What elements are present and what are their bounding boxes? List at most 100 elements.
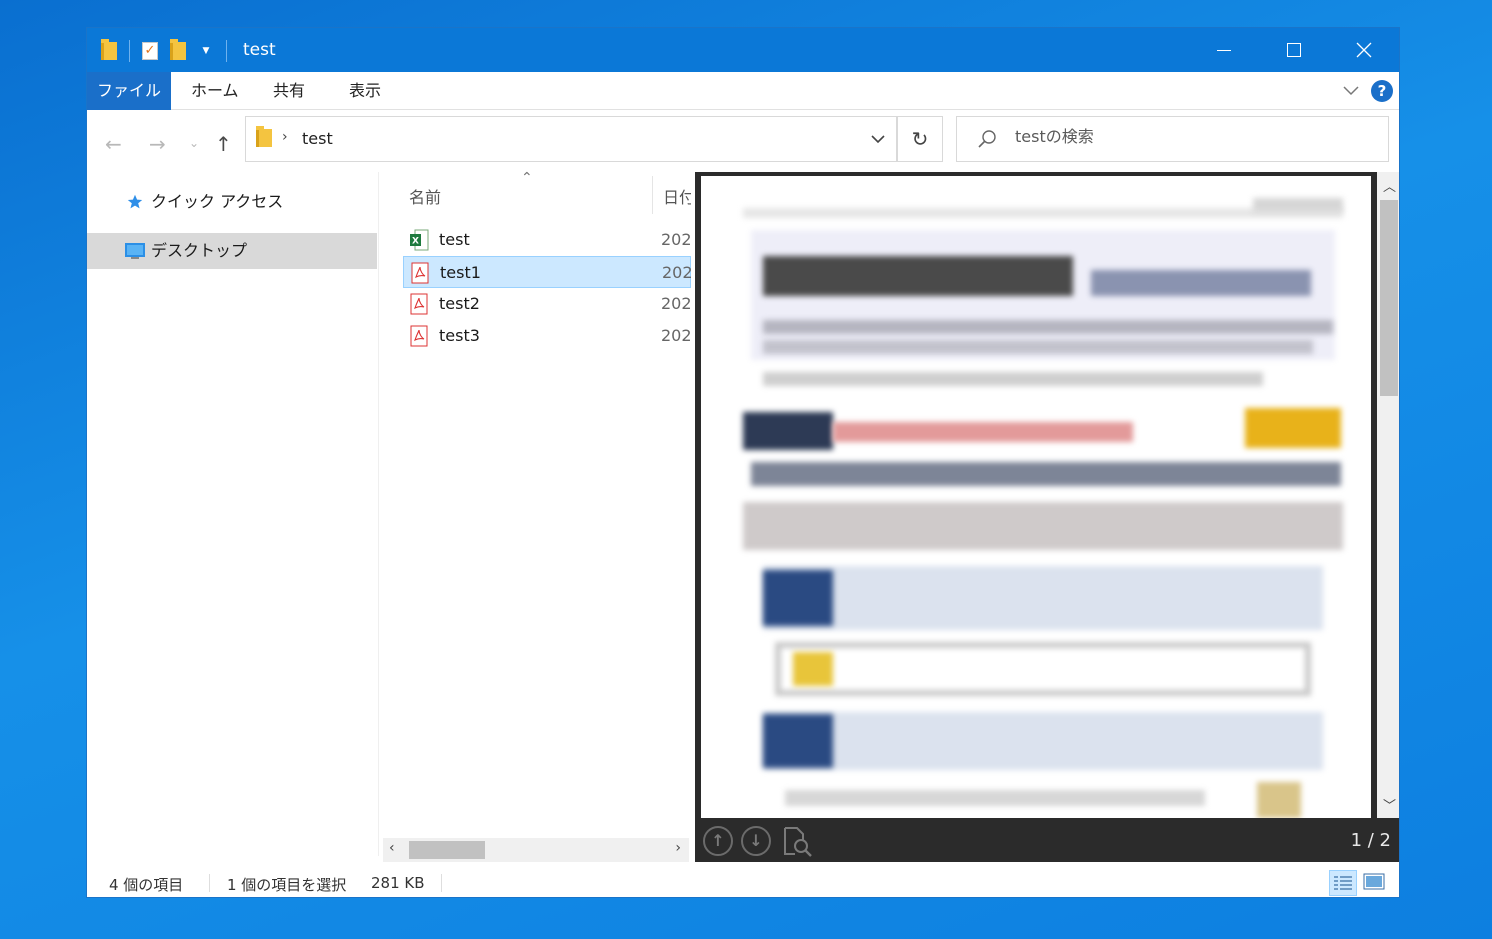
arrow-down-icon: ↓ — [749, 831, 763, 850]
scrollbar-thumb[interactable] — [409, 841, 485, 859]
details-view-button[interactable] — [1329, 870, 1357, 896]
scrollbar-thumb[interactable] — [1380, 200, 1398, 396]
tab-view[interactable]: 表示 — [333, 72, 397, 110]
selection-size: 281 KB — [371, 874, 425, 892]
nav-item-quick-access[interactable]: クイック アクセス — [87, 184, 377, 220]
selection-count: 1 個の項目を選択 — [227, 876, 347, 894]
blurred-block — [763, 714, 833, 768]
blurred-heading — [1091, 270, 1311, 296]
back-icon[interactable]: ← — [105, 132, 122, 156]
scroll-down-icon[interactable]: ﹀ — [1383, 795, 1396, 814]
navigation-pane: クイック アクセス デスクトップ — [87, 172, 379, 856]
refresh-icon: ↻ — [911, 127, 929, 151]
address-row: ← → ⌄ ↑ › test ↻ — [87, 110, 1399, 172]
file-date: 202 — [661, 294, 691, 313]
pdf-page-preview[interactable] — [701, 176, 1371, 818]
blurred-line — [1253, 198, 1343, 212]
refresh-button[interactable]: ↻ — [897, 116, 943, 162]
pdf-file-icon — [410, 293, 428, 315]
file-date: 202 — [661, 326, 691, 345]
file-name: test3 — [439, 326, 480, 345]
file-name: test1 — [440, 263, 481, 282]
qat-separator — [226, 40, 227, 62]
blurred-line — [785, 790, 1205, 806]
sort-ascending-icon: ⌃ — [521, 170, 533, 186]
file-name: test2 — [439, 294, 480, 313]
search-icon — [978, 130, 996, 148]
blurred-badge — [1245, 408, 1341, 448]
tab-home[interactable]: ホーム — [175, 72, 255, 110]
tab-share[interactable]: 共有 — [257, 72, 321, 110]
large-icons-view-icon — [1363, 873, 1385, 890]
scroll-right-icon[interactable]: › — [675, 840, 681, 856]
up-icon[interactable]: ↑ — [215, 132, 232, 156]
address-dropdown-icon[interactable] — [870, 131, 886, 147]
explorer-window: ✓ ▼ test ファイル ホーム 共有 表示 ? ← → ⌄ ↑ › test… — [86, 27, 1400, 898]
blurred-block — [763, 712, 1323, 770]
blurred-block — [763, 566, 1323, 630]
file-row-test3[interactable]: test3 202 — [403, 320, 691, 352]
quick-access-toolbar: ✓ ▼ — [97, 38, 235, 64]
search-input[interactable] — [1015, 127, 1315, 146]
ribbon-tabs: ファイル ホーム 共有 表示 ? — [87, 72, 1399, 110]
qat-separator — [129, 40, 130, 62]
blurred-block — [743, 502, 1343, 550]
nav-item-label: クイック アクセス — [151, 192, 284, 211]
forward-icon[interactable]: → — [149, 132, 166, 156]
previous-page-button[interactable]: ↑ — [703, 826, 733, 856]
column-divider[interactable] — [652, 176, 653, 214]
horizontal-scrollbar[interactable]: ‹ › — [383, 838, 689, 862]
file-row-test2[interactable]: test2 202 — [403, 288, 691, 320]
column-header: ⌃ 名前 日付 — [381, 170, 691, 216]
find-in-document-icon[interactable] — [781, 826, 813, 858]
address-bar[interactable]: › test — [245, 116, 897, 162]
preview-toolbar: ↑ ↓ 1 / 2 — [695, 818, 1399, 862]
properties-icon[interactable]: ✓ — [138, 39, 162, 63]
column-name[interactable]: 名前 — [409, 184, 441, 208]
status-separator — [209, 874, 210, 892]
file-date: 202 — [661, 230, 691, 249]
scroll-up-icon[interactable]: ︿ — [1383, 176, 1396, 195]
recent-locations-icon[interactable]: ⌄ — [189, 136, 199, 150]
large-icons-view-button[interactable] — [1361, 870, 1389, 896]
breadcrumb-chevron-icon[interactable]: › — [282, 129, 288, 145]
column-date[interactable]: 日付 — [663, 184, 691, 208]
help-icon[interactable]: ? — [1371, 80, 1393, 102]
preview-pane: ︿ ﹀ ↑ ↓ 1 / 2 — [695, 172, 1399, 862]
excel-file-icon: X — [410, 229, 429, 251]
next-page-button[interactable]: ↓ — [741, 826, 771, 856]
file-date: 202 — [662, 263, 692, 282]
preview-vertical-scrollbar[interactable]: ︿ ﹀ — [1377, 172, 1399, 818]
pdf-file-icon — [411, 262, 429, 284]
minimize-button[interactable] — [1189, 28, 1259, 72]
blurred-badge — [1257, 782, 1301, 818]
title-bar[interactable]: ✓ ▼ test — [87, 28, 1399, 72]
file-row-test1[interactable]: test1 202 — [403, 256, 692, 288]
folder-icon — [97, 39, 121, 63]
new-folder-icon[interactable] — [166, 39, 190, 63]
blurred-line — [763, 340, 1313, 354]
minimize-icon — [1217, 49, 1231, 51]
file-row-test[interactable]: X test 202 — [403, 224, 691, 256]
details-view-icon — [1334, 876, 1352, 890]
file-name: test — [439, 230, 470, 249]
breadcrumb-item[interactable]: test — [302, 129, 333, 148]
arrow-up-icon: ↑ — [711, 831, 725, 850]
tab-file[interactable]: ファイル — [87, 72, 171, 110]
blurred-block — [763, 570, 833, 626]
scroll-left-icon[interactable]: ‹ — [389, 840, 395, 856]
close-button[interactable] — [1329, 28, 1399, 72]
blurred-block — [775, 642, 1311, 696]
maximize-button[interactable] — [1259, 28, 1329, 72]
nav-item-label: デスクトップ — [151, 241, 248, 260]
blurred-line — [763, 320, 1333, 334]
pdf-file-icon — [410, 325, 428, 347]
star-icon — [127, 194, 143, 209]
expand-ribbon-icon[interactable] — [1343, 82, 1359, 98]
nav-item-desktop[interactable]: デスクトップ — [87, 233, 377, 269]
customize-qat-icon[interactable]: ▼ — [194, 39, 218, 63]
item-count: 4 個の項目 — [109, 876, 184, 894]
blurred-block — [743, 412, 833, 450]
search-box[interactable] — [956, 116, 1389, 162]
status-separator — [441, 874, 442, 892]
